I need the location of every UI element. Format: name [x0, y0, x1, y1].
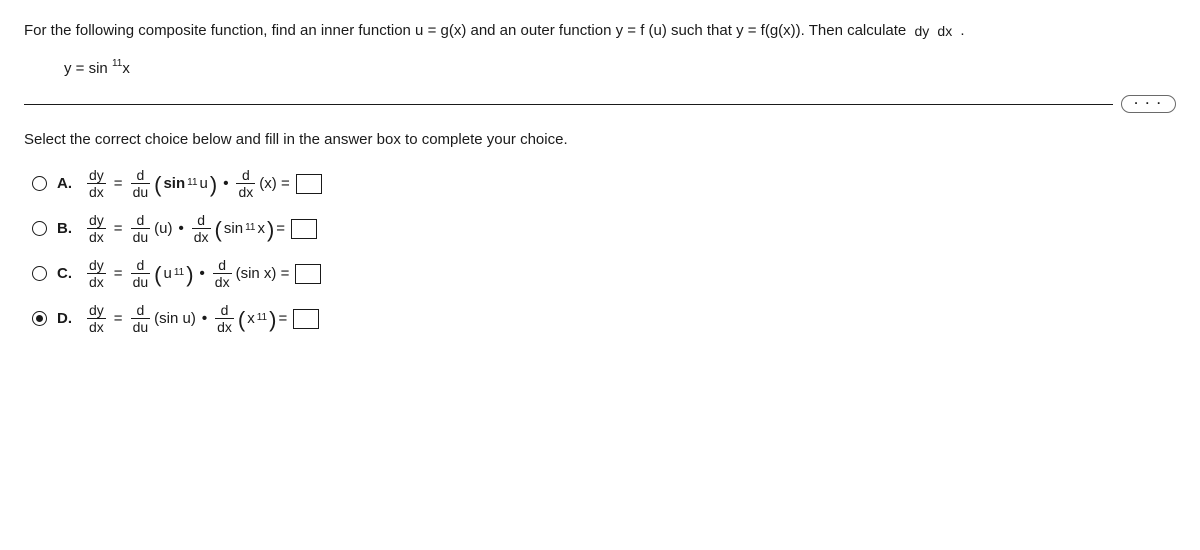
math-b: dydx = ddu (u) • ddx (sin11x) = [85, 213, 317, 244]
answer-box-d[interactable] [293, 309, 319, 329]
math-a: dydx = ddu (sin11u) • ddx (x) = [85, 168, 322, 199]
radio-d[interactable] [32, 311, 47, 326]
prompt-part1: For the following composite function, fi… [24, 22, 910, 39]
choice-c[interactable]: C. dydx = ddu (u11) • ddx (sin x) = [32, 258, 1176, 289]
answer-box-b[interactable] [291, 219, 317, 239]
eq-exp: 11 [112, 58, 122, 69]
divider-line [24, 104, 1113, 105]
choice-b[interactable]: B. dydx = ddu (u) • ddx (sin11x) = [32, 213, 1176, 244]
instruction-text: Select the correct choice below and fill… [24, 131, 1176, 148]
choice-d[interactable]: D. dydx = ddu (sin u) • ddx (x11) = [32, 303, 1176, 334]
math-d: dydx = ddu (sin u) • ddx (x11) = [85, 303, 319, 334]
question-prompt: For the following composite function, fi… [24, 20, 1176, 41]
label-d: D. [57, 310, 75, 327]
radio-c[interactable] [32, 266, 47, 281]
frac-den: dx [935, 23, 954, 39]
radio-b[interactable] [32, 221, 47, 236]
given-equation: y = sin 11x [64, 59, 1176, 77]
frac-num: dy [912, 23, 931, 39]
choice-a[interactable]: A. dydx = ddu (sin11u) • ddx (x) = [32, 168, 1176, 199]
label-b: B. [57, 220, 75, 237]
radio-a[interactable] [32, 176, 47, 191]
answer-box-c[interactable] [295, 264, 321, 284]
eq-lhs: y = sin [64, 60, 108, 77]
label-c: C. [57, 265, 75, 282]
more-dots-button[interactable]: · · · [1121, 95, 1176, 113]
math-c: dydx = ddu (u11) • ddx (sin x) = [85, 258, 321, 289]
label-a: A. [57, 175, 75, 192]
prompt-part2: . [960, 22, 964, 39]
frac-dy-dx: dy dx [912, 24, 954, 39]
divider-row: · · · [24, 95, 1176, 113]
answer-box-a[interactable] [296, 174, 322, 194]
eq-rhs: x [122, 60, 130, 77]
